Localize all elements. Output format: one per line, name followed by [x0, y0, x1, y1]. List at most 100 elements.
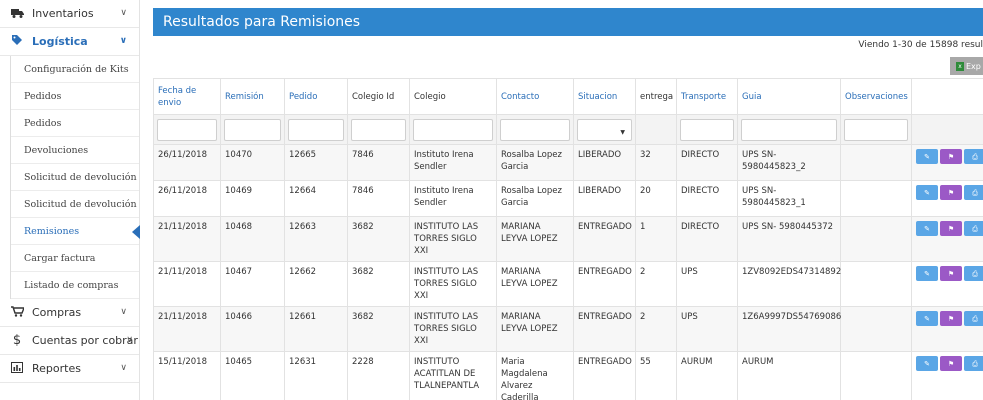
edit-button[interactable]: ✎	[916, 311, 938, 326]
column-header-observaciones[interactable]: Observaciones	[840, 78, 912, 115]
chevron-down-icon: ∨	[126, 335, 133, 345]
column-header-pedido[interactable]: Pedido	[284, 78, 348, 115]
column-header-contacto[interactable]: Contacto	[496, 78, 574, 115]
sidebar-item-logistica[interactable]: Logística ∨	[0, 28, 139, 56]
filter-remision-input[interactable]	[224, 118, 281, 141]
submenu-item-pedidos-2[interactable]: Pedidos	[11, 110, 139, 137]
submenu-item-remisiones[interactable]: Remisiones	[11, 218, 140, 245]
cell-actions: ✎ ⚑ ⎙	[911, 261, 983, 307]
cell-situacion: ENTREGADO	[573, 351, 636, 400]
cell-contacto: MARIANA LEYVA LOPEZ	[496, 261, 574, 307]
cell-transporte: DIRECTO	[676, 144, 738, 181]
filter-guia-input[interactable]	[741, 118, 837, 141]
edit-button[interactable]: ✎	[916, 185, 938, 200]
flag-button[interactable]: ⚑	[940, 311, 962, 326]
submenu-item-solicitud-devolucion-2[interactable]: Solicitud de devolución	[11, 191, 139, 218]
submenu-item-label: Listado de compras	[24, 279, 119, 291]
submenu-item-configuracion-kits[interactable]: Configuración de Kits	[11, 56, 139, 83]
column-header-guia[interactable]: Guia	[737, 78, 841, 115]
flag-button[interactable]: ⚑	[940, 356, 962, 371]
print-button[interactable]: ⎙	[964, 221, 983, 236]
edit-button[interactable]: ✎	[916, 149, 938, 164]
cell-colegio-id: 3682	[347, 261, 410, 307]
sidebar-item-label: Cuentas por cobrar	[32, 334, 138, 347]
filter-situacion-select[interactable]: ▼	[577, 118, 632, 141]
submenu-item-cargar-factura[interactable]: Cargar factura	[11, 245, 139, 272]
print-button[interactable]: ⎙	[964, 185, 983, 200]
submenu-item-devoluciones[interactable]: Devoluciones	[11, 137, 139, 164]
filter-fecha-input[interactable]	[157, 118, 217, 141]
edit-icon: ✎	[924, 188, 930, 197]
filter-observaciones-input[interactable]	[844, 118, 908, 141]
sidebar-item-label: Reportes	[32, 362, 81, 375]
results-count: Viendo 1-30 de 15898 resul	[858, 40, 983, 50]
cell-entrega: 55	[635, 351, 677, 400]
filter-cell	[284, 114, 348, 145]
sidebar-item-inventarios[interactable]: Inventarios ∨	[0, 0, 139, 28]
cell-remision: 10465	[220, 351, 285, 400]
print-button[interactable]: ⎙	[964, 149, 983, 164]
print-button[interactable]: ⎙	[964, 311, 983, 326]
filter-cell	[676, 114, 738, 145]
cell-fecha: 15/11/2018	[153, 351, 221, 400]
export-button[interactable]: x Exp	[950, 57, 983, 75]
cell-remision: 10468	[220, 216, 285, 262]
submenu-item-listado-compras[interactable]: Listado de compras	[11, 272, 139, 299]
filter-colegio-input[interactable]	[413, 118, 493, 141]
submenu-item-pedidos[interactable]: Pedidos	[11, 83, 139, 110]
dollar-icon: $	[12, 333, 22, 348]
cell-fecha: 26/11/2018	[153, 180, 221, 217]
cell-actions: ✎ ⚑ ⎙	[911, 351, 983, 400]
cell-fecha: 26/11/2018	[153, 144, 221, 181]
filter-pedido-input[interactable]	[288, 118, 344, 141]
column-header-fecha[interactable]: Fecha de envio	[153, 78, 221, 115]
cell-observaciones	[840, 306, 912, 352]
cell-contacto: MARIANA LEYVA LOPEZ	[496, 306, 574, 352]
cell-colegio-id: 7846	[347, 144, 410, 181]
filter-cell	[911, 114, 983, 145]
results-table-container[interactable]: Fecha de envio Remisión Pedido Colegio I…	[153, 78, 983, 400]
row-actions: ✎ ⚑ ⎙	[916, 149, 983, 164]
flag-icon: ⚑	[947, 188, 955, 197]
cell-remision: 10467	[220, 261, 285, 307]
submenu-item-label: Solicitud de devolución	[24, 198, 137, 210]
cell-remision: 10466	[220, 306, 285, 352]
cell-situacion: ENTREGADO	[573, 216, 636, 262]
filter-contacto-input[interactable]	[500, 118, 570, 141]
cell-guia: 1Z6A9997DS54769086	[737, 306, 841, 352]
flag-button[interactable]: ⚑	[940, 185, 962, 200]
column-header-transporte[interactable]: Transporte	[676, 78, 738, 115]
sidebar-item-compras[interactable]: Compras ∨	[0, 299, 139, 327]
edit-button[interactable]: ✎	[916, 221, 938, 236]
cell-contacto: Rosalba Lopez Garcia	[496, 180, 574, 217]
column-header-remision[interactable]: Remisión	[220, 78, 285, 115]
flag-icon: ⚑	[947, 269, 955, 278]
cell-transporte: UPS	[676, 261, 738, 307]
edit-button[interactable]: ✎	[916, 266, 938, 281]
edit-button[interactable]: ✎	[916, 356, 938, 371]
chevron-down-icon: ∨	[120, 363, 127, 373]
sidebar-item-reportes[interactable]: Reportes ∨	[0, 355, 139, 383]
filter-transporte-input[interactable]	[680, 118, 734, 141]
table-row: 21/11/2018 10466 12661 3682 INSTITUTO LAS TO…	[153, 306, 983, 352]
cell-contacto: MARIANA LEYVA LOPEZ	[496, 216, 574, 262]
cell-observaciones	[840, 351, 912, 400]
tag-icon	[10, 34, 24, 49]
bar-chart-icon	[10, 361, 24, 376]
column-header-situacion[interactable]: Situacion	[573, 78, 636, 115]
submenu-item-solicitud-devolucion[interactable]: Solicitud de devolución	[11, 164, 139, 191]
print-button[interactable]: ⎙	[964, 356, 983, 371]
sidebar-item-cuentas-por-cobrar[interactable]: $ Cuentas por cobrar ∨	[0, 327, 139, 355]
flag-button[interactable]: ⚑	[940, 266, 962, 281]
print-button[interactable]: ⎙	[964, 266, 983, 281]
cell-colegio: Instituto Irena Sendler	[409, 144, 497, 181]
cell-entrega: 20	[635, 180, 677, 217]
flag-button[interactable]: ⚑	[940, 149, 962, 164]
edit-icon: ✎	[924, 224, 930, 233]
print-icon: ⎙	[972, 188, 978, 197]
sidebar-item-label: Inventarios	[32, 7, 94, 20]
filter-cell	[635, 114, 677, 145]
filter-colegio-id-input[interactable]	[351, 118, 406, 141]
flag-button[interactable]: ⚑	[940, 221, 962, 236]
filter-cell	[153, 114, 221, 145]
